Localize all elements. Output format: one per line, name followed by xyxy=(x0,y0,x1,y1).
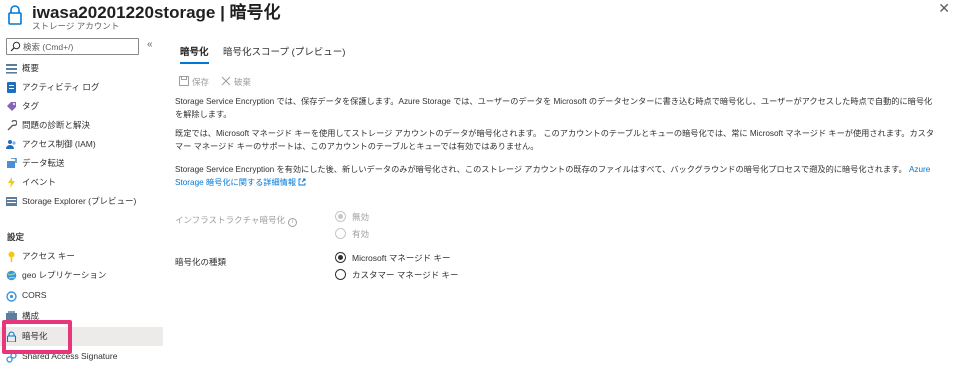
radio-label: カスタマー マネージド キー xyxy=(352,270,459,280)
lightning-icon xyxy=(8,177,15,188)
sidebar-item-tags[interactable]: タグ xyxy=(0,97,163,116)
sidebar-item-iam[interactable]: アクセス制御 (IAM) xyxy=(0,135,163,154)
save-button[interactable]: 保存 xyxy=(179,76,209,88)
globe-icon xyxy=(6,270,17,281)
blade-header: iwasa20201220storage | 暗号化 ストレージ アカウント ✕ xyxy=(0,0,960,36)
main-content: 暗号化 暗号化スコープ (プレビュー) 保存 破棄 Storage Servic… xyxy=(175,36,960,369)
infrastructure-encryption-label: インフラストラクチャ暗号化 i xyxy=(175,214,297,227)
sidebar-item-access-keys[interactable]: アクセス キー xyxy=(0,247,163,266)
sidebar-item-label: 問題の診断と解決 xyxy=(22,120,91,130)
collapse-sidebar-icon[interactable]: « xyxy=(147,39,153,50)
description-paragraph-2: 既定では、Microsoft マネージド キーを使用してストレージ アカウントの… xyxy=(175,129,935,151)
search-input[interactable]: 検索 (Cmd+/) xyxy=(6,38,139,55)
info-icon[interactable]: i xyxy=(288,218,297,227)
tab-encryption[interactable]: 暗号化 xyxy=(180,44,209,64)
sidebar-item-label: タグ xyxy=(22,101,40,111)
sidebar-item-label: 概要 xyxy=(22,63,40,73)
sidebar-item-events[interactable]: イベント xyxy=(0,173,163,192)
sidebar-item-overview[interactable]: 概要 xyxy=(0,59,163,78)
external-link-icon xyxy=(298,178,306,186)
radio-circle xyxy=(335,228,346,239)
sidebar-item-label: Storage Explorer (プレビュー) xyxy=(22,196,137,206)
discard-button[interactable]: 破棄 xyxy=(221,76,251,88)
radio-circle xyxy=(335,269,346,280)
save-icon xyxy=(179,76,189,86)
data-transfer-icon xyxy=(7,158,17,168)
sidebar-item-cors[interactable]: CORS xyxy=(0,287,163,306)
sidebar-item-label: アクティビティ ログ xyxy=(22,82,100,92)
sidebar-item-label: イベント xyxy=(22,177,57,187)
storage-explorer-icon xyxy=(6,197,17,206)
section-header-settings: 設定 xyxy=(7,232,25,242)
close-icon[interactable]: ✕ xyxy=(938,1,950,15)
save-label: 保存 xyxy=(192,77,210,87)
lock-icon xyxy=(8,5,22,25)
sidebar-item-label: アクセス制御 (IAM) xyxy=(22,139,96,149)
sidebar-item-diagnose[interactable]: 問題の診断と解決 xyxy=(0,116,163,135)
radio-circle xyxy=(335,252,346,263)
sidebar-item-geo-replication[interactable]: geo レプリケーション xyxy=(0,266,163,285)
people-icon xyxy=(6,140,16,149)
overview-icon xyxy=(6,64,17,74)
sidebar-item-data-transfer[interactable]: データ転送 xyxy=(0,154,163,173)
discard-label: 破棄 xyxy=(234,77,252,87)
discard-icon xyxy=(221,76,231,86)
description-paragraph-3: Storage Service Encryption を有効にした後、新しいデー… xyxy=(175,163,935,189)
sidebar-item-label: データ転送 xyxy=(22,158,65,168)
highlight-box xyxy=(2,320,72,354)
page-subtitle: ストレージ アカウント xyxy=(32,21,120,31)
wrench-icon xyxy=(7,120,17,131)
sidebar: 検索 (Cmd+/) « 概要 アクティビティ ログ タグ 問題の診断と解決 ア… xyxy=(0,36,163,369)
encryption-type-label: 暗号化の種類 xyxy=(175,257,227,267)
paragraph-3-text: Storage Service Encryption を有効にした後、新しいデー… xyxy=(175,165,907,174)
key-icon xyxy=(8,251,15,262)
activity-log-icon xyxy=(7,82,16,93)
radio-label: 有効 xyxy=(352,229,370,239)
sidebar-item-label: アクセス キー xyxy=(22,251,75,261)
search-placeholder: 検索 (Cmd+/) xyxy=(23,42,74,52)
sidebar-item-label: geo レプリケーション xyxy=(22,270,107,280)
radio-label: Microsoft マネージド キー xyxy=(352,253,451,263)
sidebar-item-storage-explorer[interactable]: Storage Explorer (プレビュー) xyxy=(0,192,163,211)
radio-label: 無効 xyxy=(352,212,370,222)
sidebar-item-label: CORS xyxy=(22,290,47,300)
sidebar-item-activity-log[interactable]: アクティビティ ログ xyxy=(0,78,163,97)
search-icon xyxy=(10,41,21,52)
tab-encryption-scopes[interactable]: 暗号化スコープ (プレビュー) xyxy=(223,44,345,58)
description-paragraph-1: Storage Service Encryption では、保存データを保護しま… xyxy=(175,97,933,119)
radio-circle xyxy=(335,211,346,222)
cors-icon xyxy=(6,291,17,302)
tag-icon xyxy=(7,102,16,111)
